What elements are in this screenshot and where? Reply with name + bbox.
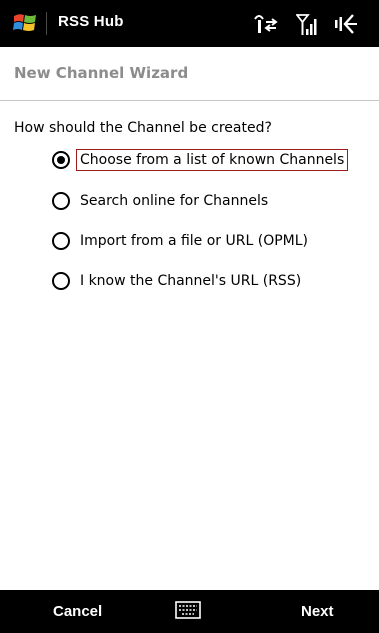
title-bar: RSS Hub bbox=[0, 0, 379, 47]
wizard-question: How should the Channel be created? bbox=[14, 120, 272, 136]
wizard-header: New Channel Wizard bbox=[0, 47, 379, 101]
option-search-online[interactable]: Search online for Channels bbox=[52, 188, 272, 214]
radio-button[interactable] bbox=[52, 232, 70, 250]
signal-strength-icon[interactable] bbox=[296, 11, 318, 37]
option-import-opml[interactable]: Import from a file or URL (OPML) bbox=[52, 228, 312, 254]
option-label: Choose from a list of known Channels bbox=[76, 149, 349, 171]
windows-start-icon[interactable] bbox=[13, 12, 37, 34]
option-label: I know the Channel's URL (RSS) bbox=[80, 273, 302, 289]
radio-button[interactable] bbox=[52, 192, 70, 210]
option-label: Import from a file or URL (OPML) bbox=[80, 233, 309, 249]
option-label: Search online for Channels bbox=[80, 193, 269, 209]
option-known-channels[interactable]: Choose from a list of known Channels bbox=[52, 147, 349, 173]
volume-icon[interactable] bbox=[333, 11, 359, 37]
radio-button[interactable] bbox=[52, 272, 70, 290]
softkey-bar: Cancel Next bbox=[0, 590, 379, 633]
keyboard-icon[interactable] bbox=[175, 601, 201, 619]
wizard-title: New Channel Wizard bbox=[14, 64, 189, 82]
next-softkey[interactable]: Next bbox=[301, 603, 334, 620]
data-connection-icon[interactable] bbox=[252, 11, 280, 37]
title-separator bbox=[46, 12, 47, 35]
radio-button-selected[interactable] bbox=[52, 151, 70, 169]
cancel-softkey[interactable]: Cancel bbox=[53, 603, 102, 620]
app-title: RSS Hub bbox=[58, 13, 124, 30]
option-known-url[interactable]: I know the Channel's URL (RSS) bbox=[52, 268, 305, 294]
wizard-content: How should the Channel be created? Choos… bbox=[0, 101, 379, 590]
